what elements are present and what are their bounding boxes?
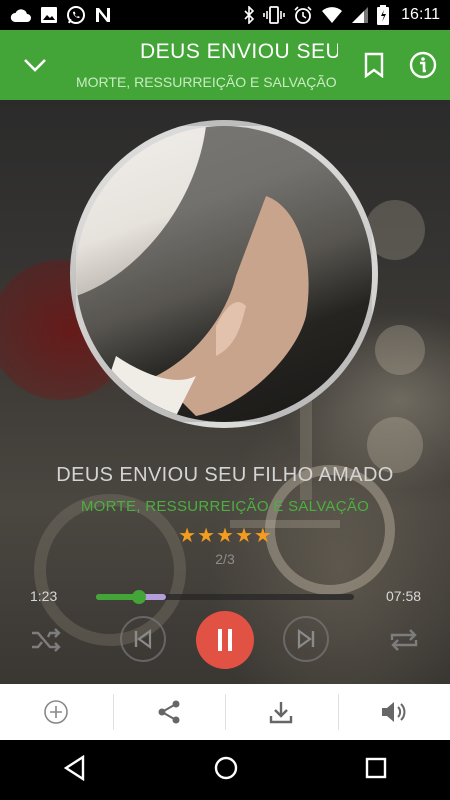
alarm-icon bbox=[294, 6, 312, 24]
album-art-image bbox=[76, 126, 372, 422]
bookmark-icon bbox=[364, 52, 384, 78]
star-icon[interactable]: ★ bbox=[178, 524, 196, 548]
next-button[interactable] bbox=[283, 616, 329, 662]
nav-recents-button[interactable] bbox=[365, 757, 387, 784]
shuffle-icon bbox=[32, 628, 61, 652]
status-time: 16:11 bbox=[401, 6, 440, 23]
info-button[interactable] bbox=[408, 50, 438, 80]
next-icon bbox=[297, 628, 315, 650]
system-nav-bar bbox=[0, 740, 450, 800]
seek-thumb[interactable] bbox=[131, 590, 146, 604]
home-icon bbox=[214, 756, 238, 779]
time-elapsed: 1:23 bbox=[30, 588, 58, 604]
back-icon bbox=[63, 754, 85, 781]
add-to-playlist-button[interactable] bbox=[0, 684, 113, 740]
n-icon bbox=[96, 8, 110, 22]
volume-icon bbox=[381, 702, 406, 722]
download-icon bbox=[270, 702, 293, 724]
app-bar: DEUS ENVIOU SEU FILHO AMADO MORTE, RESSU… bbox=[0, 30, 450, 100]
star-icon[interactable]: ★ bbox=[216, 524, 234, 548]
time-total: 07:58 bbox=[386, 588, 422, 604]
star-icon[interactable]: ★ bbox=[254, 524, 272, 548]
volume-button[interactable] bbox=[337, 684, 450, 740]
cloud-icon bbox=[10, 9, 31, 22]
vibrate-icon bbox=[263, 6, 285, 24]
status-right-icons: 16:11 bbox=[243, 5, 440, 25]
share-button[interactable] bbox=[112, 684, 226, 740]
bluetooth-icon bbox=[244, 6, 255, 24]
status-bar: 16:11 bbox=[0, 0, 450, 30]
bookmark-button[interactable] bbox=[360, 50, 388, 80]
pause-icon bbox=[218, 629, 232, 651]
star-icon[interactable]: ★ bbox=[197, 524, 215, 548]
repeat-button[interactable] bbox=[386, 622, 422, 658]
battery-icon bbox=[377, 5, 390, 25]
recents-icon bbox=[365, 757, 387, 778]
track-index: 2/3 bbox=[215, 551, 235, 567]
add-icon bbox=[44, 700, 69, 724]
collapse-button[interactable] bbox=[20, 50, 50, 80]
star-icon[interactable]: ★ bbox=[235, 524, 253, 548]
bottom-toolbar bbox=[0, 684, 450, 740]
repeat-icon bbox=[390, 629, 418, 651]
rating-stars[interactable]: ★ ★ ★ ★ ★ bbox=[0, 524, 450, 548]
album-art bbox=[70, 120, 378, 428]
info-icon bbox=[409, 51, 437, 79]
status-left-icons bbox=[10, 5, 112, 25]
seek-bar[interactable] bbox=[96, 590, 354, 604]
previous-button[interactable] bbox=[120, 616, 166, 662]
wifi-icon bbox=[322, 7, 343, 23]
whatsapp-icon bbox=[67, 6, 85, 24]
nav-back-button[interactable] bbox=[63, 754, 87, 786]
app-bar-title: DEUS ENVIOU SEU FILHO AMADO bbox=[140, 40, 338, 63]
signal-icon bbox=[352, 7, 369, 23]
image-icon bbox=[41, 7, 57, 23]
track-title: DEUS ENVIOU SEU FILHO AMADO bbox=[56, 464, 394, 486]
previous-icon bbox=[134, 628, 152, 650]
pause-button[interactable] bbox=[196, 611, 254, 669]
chevron-down-icon bbox=[24, 59, 46, 72]
nav-home-button[interactable] bbox=[213, 755, 239, 786]
share-icon bbox=[158, 700, 180, 724]
player-area: DEUS ENVIOU SEU FILHO AMADO MORTE, RESSU… bbox=[0, 100, 450, 684]
download-button[interactable] bbox=[225, 684, 338, 740]
shuffle-button[interactable] bbox=[28, 622, 64, 658]
app-bar-subtitle: MORTE, RESSURREIÇÃO E SALVAÇÃO bbox=[76, 74, 337, 90]
track-album: MORTE, RESSURREIÇÃO E SALVAÇÃO bbox=[80, 498, 370, 515]
